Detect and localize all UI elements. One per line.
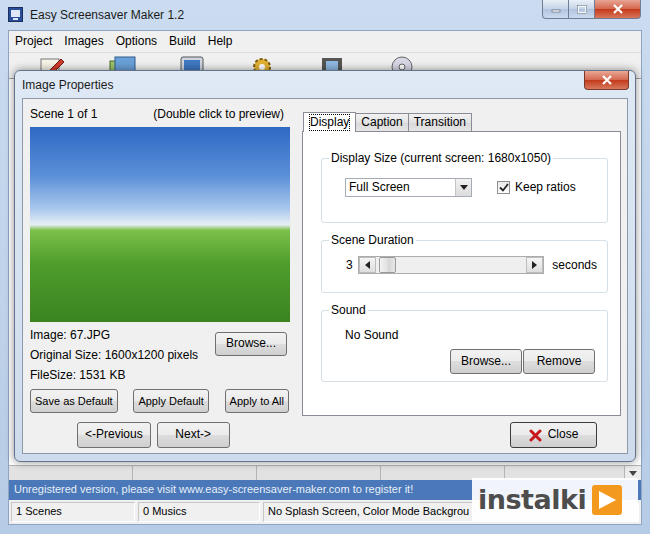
logo-icon	[590, 483, 624, 517]
title-bar: Easy Screensaver Maker 1.2	[0, 0, 650, 30]
app-icon	[8, 7, 23, 22]
grid-cell	[257, 466, 381, 480]
sound-group: Sound No Sound Browse...Remove	[321, 310, 608, 382]
main-window: Easy Screensaver Maker 1.2 ProjectImages…	[0, 0, 650, 534]
dropdown-icon	[460, 185, 468, 190]
dialog-title: Image Properties	[22, 78, 113, 93]
slider-track[interactable]	[376, 257, 526, 273]
tab[interactable]: Caption	[355, 113, 408, 131]
duration-value: 3	[346, 258, 358, 273]
slider-thumb[interactable]	[379, 257, 396, 273]
close-button[interactable]: Close	[510, 422, 597, 448]
grid-cell	[9, 466, 133, 480]
minimize-icon	[551, 5, 561, 13]
menu-item[interactable]: Images	[58, 34, 109, 49]
group-title: Scene Duration	[329, 233, 416, 248]
dialog-title-bar: Image Properties	[22, 71, 628, 98]
maximize-button[interactable]	[569, 0, 595, 19]
select-value: Full Screen	[346, 179, 455, 196]
status-text: 1 Scenes	[16, 505, 62, 517]
scene-counter: Scene 1 of 1	[30, 107, 97, 122]
tab-label: Display	[310, 115, 349, 130]
window-title: Easy Screensaver Maker 1.2	[30, 8, 184, 23]
group-title: Sound	[329, 303, 368, 318]
status-panel: 1 Scenes	[11, 502, 135, 522]
red-x-icon	[529, 429, 542, 442]
watermark-text: instalki	[478, 483, 586, 517]
sound-button[interactable]: Browse...	[450, 349, 522, 374]
close-icon	[601, 75, 613, 85]
checkbox-label[interactable]: Keep ratios	[515, 180, 576, 195]
menu-bar: ProjectImagesOptionsBuildHelp	[9, 31, 641, 52]
arrow-right-icon	[532, 261, 537, 269]
maximize-icon	[577, 5, 587, 14]
sound-buttons: Browse...Remove	[332, 349, 597, 374]
next-button[interactable]: Next->	[157, 422, 230, 448]
duration-unit: seconds	[552, 258, 597, 273]
register-text: Unregistered version, please visit www.e…	[14, 483, 413, 497]
image-name: Image: 67.JPG	[30, 328, 110, 343]
close-icon	[612, 4, 624, 14]
keep-ratios-checkbox[interactable]	[497, 181, 510, 194]
scene-duration-group: Scene Duration 3 seconds	[321, 240, 608, 293]
menu-item[interactable]: Project	[9, 34, 58, 49]
window-controls	[542, 0, 641, 19]
sound-button[interactable]: Remove	[523, 349, 595, 374]
previous-button[interactable]: <-Previous	[77, 422, 151, 448]
image-info: Image: 67.JPG Original Size: 1600x1200 p…	[30, 322, 292, 385]
close-label: Close	[548, 428, 579, 441]
action-button[interactable]: Apply Default	[133, 389, 208, 413]
tab[interactable]: Transition	[408, 113, 472, 131]
tab-label: Transition	[414, 115, 466, 130]
slider-left-button[interactable]	[359, 257, 376, 273]
image-size: Original Size: 1600x1200 pixels	[30, 348, 198, 363]
action-button[interactable]: Save as Default	[30, 389, 118, 413]
duration-slider[interactable]	[358, 256, 544, 274]
sound-value: No Sound	[345, 328, 597, 343]
status-text: No Splash Screen, Color Mode Backgrou	[268, 505, 469, 517]
status-panel: 0 Musics	[138, 502, 260, 522]
tab-label: Caption	[361, 115, 402, 130]
menu-item[interactable]: Build	[163, 34, 202, 49]
arrow-down-icon	[629, 471, 637, 476]
arrow-left-icon	[365, 261, 370, 269]
browse-image-button[interactable]: Browse...	[215, 332, 287, 356]
default-actions: Save as Default Apply Default Apply to All	[30, 389, 292, 413]
group-title: Display Size (current screen: 1680x1050)	[329, 151, 553, 166]
preview-hint: (Double click to preview)	[153, 107, 284, 122]
image-preview[interactable]	[30, 127, 290, 322]
dialog-close-button[interactable]	[584, 71, 629, 90]
display-size-select[interactable]: Full Screen	[345, 178, 472, 197]
menu-item[interactable]: Options	[110, 34, 163, 49]
image-panel: Scene 1 of 1 (Double click to preview) I…	[30, 105, 292, 416]
close-window-button[interactable]	[595, 0, 641, 19]
display-tab-page: Display Size (current screen: 1680x1050)…	[302, 131, 621, 416]
action-button[interactable]: Apply to All	[225, 389, 289, 413]
tab-bar: Display Caption Transition	[302, 112, 621, 131]
properties-panel: Display Caption Transition Display Size (c…	[302, 105, 621, 416]
status-text: 0 Musics	[143, 505, 186, 517]
watermark: instalki	[472, 478, 638, 522]
menu-item[interactable]: Help	[202, 34, 239, 49]
scene-navigation: <-PreviousNext->	[77, 422, 230, 448]
slider-right-button[interactable]	[526, 257, 543, 273]
dialog-body: Scene 1 of 1 (Double click to preview) I…	[22, 98, 628, 454]
display-size-group: Display Size (current screen: 1680x1050)…	[321, 158, 608, 223]
check-icon	[499, 183, 509, 192]
grid-cell	[133, 466, 257, 480]
file-size: FileSize: 1531 KB	[30, 368, 125, 383]
minimize-button[interactable]	[542, 0, 569, 19]
tab[interactable]: Display	[303, 112, 356, 132]
image-properties-dialog: Image Properties Scene 1 of 1 (Double cl…	[14, 70, 636, 462]
